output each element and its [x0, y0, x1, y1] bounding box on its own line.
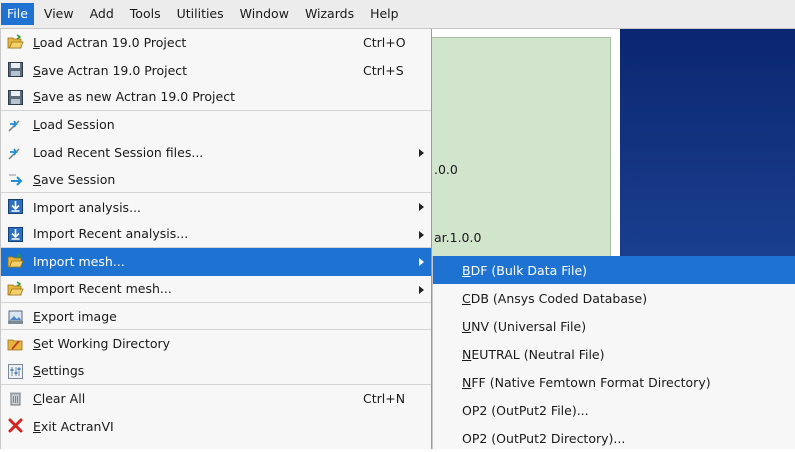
mnemonic: S	[33, 62, 41, 78]
floppy-disk-icon	[7, 89, 24, 106]
mnemonic: S	[33, 89, 41, 105]
mnemonic: L	[33, 35, 40, 51]
menu-item-import-recent-analysis[interactable]: Import Recent analysis...	[1, 221, 431, 249]
mnemonic: S	[33, 171, 41, 187]
submenu-item-op2-directory[interactable]: OP2 (OutPut2 Directory)...	[433, 424, 795, 452]
export-image-icon	[7, 308, 24, 325]
settings-icon	[7, 363, 24, 380]
exit-icon	[7, 417, 24, 434]
tree-item-text: .0.0	[434, 162, 458, 177]
menu-item-label: ave Actran 19.0 Project	[40, 62, 188, 78]
mnemonic: C	[462, 290, 471, 306]
file-menu: Load Actran 19.0 Project Ctrl+O Save Act…	[0, 29, 432, 449]
folder-open-icon	[7, 280, 24, 298]
submenu-item-label: EUTRAL (Neutral File)	[471, 346, 605, 362]
menu-item-label: oad Actran 19.0 Project	[39, 35, 187, 51]
menu-item-load-project[interactable]: Load Actran 19.0 Project Ctrl+O	[1, 29, 431, 56]
session-load-icon	[7, 144, 24, 161]
menu-item-label: Import Recent analysis...	[33, 226, 189, 242]
shortcut-label: Ctrl+S	[363, 62, 404, 78]
submenu-item-label: FF (Native Femtown Format Directory)	[471, 374, 711, 390]
menu-item-label: lear All	[41, 391, 86, 407]
menu-help[interactable]: Help	[364, 3, 405, 25]
mnemonic: N	[462, 374, 472, 390]
import-analysis-icon	[7, 198, 24, 215]
working-directory-icon	[7, 335, 24, 352]
menu-item-import-analysis[interactable]: Import analysis...	[1, 193, 431, 220]
menu-item-label: Import mesh...	[33, 254, 125, 270]
menu-item-exit[interactable]: Exit ActranVI	[1, 412, 431, 439]
mnemonic: B	[462, 262, 471, 278]
submenu-item-unv[interactable]: U NV (Universal File)	[433, 312, 795, 340]
menu-item-load-recent-session[interactable]: Load Recent Session files...	[1, 139, 431, 166]
menu-item-save-project[interactable]: Save Actran 19.0 Project Ctrl+S	[1, 56, 431, 83]
mnemonic: S	[33, 363, 41, 379]
submenu-item-label: DB (Ansys Coded Database)	[470, 290, 648, 306]
mnemonic: N	[462, 346, 472, 362]
menu-tools[interactable]: Tools	[124, 3, 167, 25]
session-load-icon	[7, 116, 24, 133]
menu-item-label: Load Recent Session files...	[33, 144, 204, 160]
menu-item-label: ave Session	[40, 171, 116, 187]
menu-utilities[interactable]: Utilities	[171, 3, 230, 25]
shortcut-label: Ctrl+O	[363, 35, 406, 51]
menu-view[interactable]: View	[38, 3, 80, 25]
trash-icon	[7, 390, 24, 407]
menu-item-settings[interactable]: Settings	[1, 358, 431, 386]
menu-item-import-mesh[interactable]: Import mesh...	[1, 248, 431, 276]
floppy-disk-icon	[7, 61, 24, 78]
submenu-arrow-icon	[419, 230, 424, 239]
submenu-item-nff[interactable]: N FF (Native Femtown Format Directory)	[433, 368, 795, 396]
menu-item-label: Import analysis...	[33, 199, 141, 215]
menu-wizards[interactable]: Wizards	[299, 3, 360, 25]
shortcut-label: Ctrl+N	[363, 391, 406, 407]
submenu-item-label: OP2 (OutPut2 Directory)...	[462, 430, 626, 446]
menu-item-label: xit ActranVI	[40, 418, 114, 434]
menubar: File View Add Tools Utilities Window Wiz…	[0, 0, 795, 29]
submenu-arrow-icon	[419, 258, 424, 267]
submenu-arrow-icon	[419, 148, 424, 157]
menu-item-label: ettings	[40, 363, 85, 379]
menu-item-export-image[interactable]: Export image	[1, 303, 431, 331]
menu-item-label: oad Session	[39, 117, 115, 133]
menu-item-label: Import Recent mesh...	[33, 281, 172, 297]
tree-item-text: ar.1.0.0	[434, 230, 482, 245]
menu-window[interactable]: Window	[234, 3, 295, 25]
menu-item-label: et Working Directory	[40, 336, 171, 352]
import-analysis-icon	[7, 226, 24, 243]
submenu-item-label: DF (Bulk Data File)	[470, 262, 588, 278]
submenu-arrow-icon	[419, 203, 424, 212]
mnemonic: C	[33, 391, 42, 407]
mnemonic: S	[33, 336, 41, 352]
session-save-icon	[7, 171, 24, 188]
menu-item-clear-all[interactable]: Clear All Ctrl+N	[1, 385, 431, 412]
mnemonic: E	[33, 308, 41, 324]
menu-item-load-session[interactable]: Load Session	[1, 111, 431, 138]
submenu-arrow-icon	[419, 285, 424, 294]
menu-item-save-new-project[interactable]: Save as new Actran 19.0 Project	[1, 84, 431, 112]
menu-item-save-session[interactable]: Save Session	[1, 166, 431, 194]
folder-open-icon	[7, 253, 24, 270]
menu-add[interactable]: Add	[84, 3, 120, 25]
submenu-item-op2-file[interactable]: OP2 (OutPut2 File)...	[433, 396, 795, 424]
submenu-item-bdf[interactable]: B DF (Bulk Data File)	[433, 256, 795, 284]
submenu-item-label: OP2 (OutPut2 File)...	[462, 402, 589, 418]
mnemonic: L	[33, 117, 40, 133]
menu-item-import-recent-mesh[interactable]: Import Recent mesh...	[1, 276, 431, 303]
mnemonic: E	[33, 418, 41, 434]
submenu-item-neutral[interactable]: N EUTRAL (Neutral File)	[433, 340, 795, 368]
menu-item-set-working-directory[interactable]: Set Working Directory	[1, 330, 431, 357]
submenu-item-label: NV (Universal File)	[471, 318, 587, 334]
menu-item-label: ave as new Actran 19.0 Project	[40, 89, 235, 105]
submenu-item-cdb[interactable]: C DB (Ansys Coded Database)	[433, 284, 795, 312]
import-mesh-submenu: B DF (Bulk Data File) C DB (Ansys Coded Da…	[432, 256, 795, 449]
menu-file[interactable]: File	[1, 3, 34, 25]
folder-open-icon	[7, 34, 24, 51]
menu-item-label: xport image	[40, 308, 117, 324]
mnemonic: U	[462, 318, 472, 334]
